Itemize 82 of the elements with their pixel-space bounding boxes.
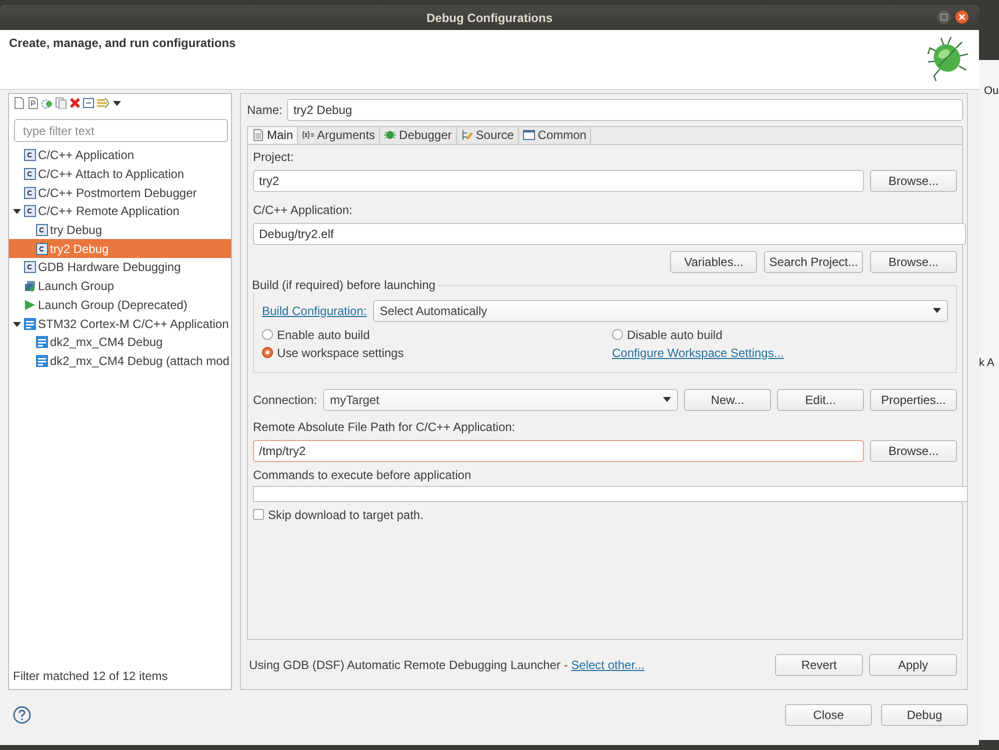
tree-item[interactable]: try Debug	[9, 220, 231, 240]
collapse-all-icon[interactable]	[83, 97, 95, 109]
commands-label: Commands to execute before application	[253, 468, 472, 482]
c-file-icon	[24, 186, 36, 199]
c-file-icon	[24, 261, 36, 274]
c-file-icon	[36, 242, 48, 255]
new-file-icon[interactable]	[13, 97, 25, 109]
filter-icon[interactable]	[97, 97, 109, 109]
tab[interactable]: Source	[456, 126, 519, 144]
name-label: Name:	[247, 103, 282, 118]
tree-item[interactable]: Launch Group (Deprecated)	[9, 296, 231, 314]
radio-option[interactable]: Enable auto build	[262, 328, 612, 342]
connection-dropdown[interactable]: myTarget	[323, 388, 678, 411]
application-label: C/C++ Application:	[253, 204, 354, 217]
tree-item[interactable]: C/C++ Postmortem Debugger	[9, 183, 231, 202]
apply-button[interactable]: Apply	[869, 654, 957, 676]
tree-item[interactable]: C/C++ Attach to Application	[9, 164, 231, 184]
background-text: k A	[979, 357, 994, 369]
new-prototype-icon[interactable]	[27, 97, 39, 109]
skip-download-checkbox[interactable]: Skip download to target path.	[253, 508, 957, 522]
window-icon	[522, 129, 535, 142]
tab[interactable]: Main	[248, 126, 298, 144]
filter-field[interactable]: type filter text	[14, 119, 228, 142]
tree-item[interactable]: dk2_mx_CM4 Debug (attach mod	[9, 352, 231, 370]
browse-button[interactable]: Browse...	[870, 440, 957, 462]
group-legend: Build (if required) before launching	[252, 278, 438, 292]
bug-icon	[384, 129, 396, 142]
configure-workspace-link[interactable]: Configure Workspace Settings...	[612, 346, 948, 360]
launcher-text: Using GDB (DSF) Automatic Remote Debugging Launcher - Select other...	[249, 658, 646, 672]
c-file-icon	[24, 168, 36, 180]
variable-icon	[302, 129, 314, 142]
c-file-icon	[24, 149, 36, 162]
tab[interactable]: Debugger	[380, 126, 457, 144]
c-file-icon	[24, 205, 36, 218]
tab[interactable]: Arguments	[298, 126, 380, 144]
tab[interactable]: Common	[518, 126, 592, 144]
close-button[interactable]: Close	[785, 704, 872, 726]
duplicate-icon[interactable]	[55, 97, 67, 109]
tree-item[interactable]: C/C++ Application	[9, 146, 231, 165]
name-field[interactable]: try2 Debug	[287, 99, 963, 122]
dialog-heading: Create, manage, and run configurations	[9, 36, 236, 52]
tree-item[interactable]: Launch Group	[9, 276, 231, 296]
tree-item[interactable]: C/C++ Remote Application	[9, 202, 231, 221]
variables-button[interactable]: Variables...	[670, 250, 758, 273]
background-text: Ou	[984, 85, 999, 97]
filter-status: Filter matched 12 of 12 items	[12, 669, 169, 685]
expanded-caret-icon	[12, 206, 22, 216]
debug-button[interactable]: Debug	[881, 704, 968, 726]
radio-option[interactable]: Disable auto build	[612, 328, 948, 342]
browse-button[interactable]: Browse...	[870, 250, 957, 273]
restore-button[interactable]	[937, 10, 951, 24]
window-title: Debug Configurations	[426, 10, 552, 24]
commands-field[interactable]	[253, 486, 968, 502]
play-icon	[24, 298, 36, 311]
search-project-button[interactable]: Search Project...	[764, 250, 863, 273]
connection-label: Connection:	[253, 392, 318, 407]
remote-path-label: Remote Absolute File Path for C/C++ Application:	[253, 420, 516, 434]
stacked-windows-icon	[24, 280, 36, 292]
build-configuration-link[interactable]: Build Configuration:	[262, 304, 367, 318]
dropdown-caret-icon	[933, 308, 941, 314]
radio-option[interactable]: Use workspace settings	[262, 346, 612, 360]
tree-item[interactable]: STM32 Cortex-M C/C++ Application	[9, 314, 231, 333]
build-configuration-dropdown[interactable]: Select Automatically	[372, 300, 948, 322]
new-button[interactable]: New...	[684, 388, 771, 411]
document-icon	[252, 129, 264, 142]
select-other-link[interactable]: Select other...	[571, 658, 645, 672]
dropdown-caret-icon	[663, 396, 671, 403]
tree-item[interactable]: dk2_mx_CM4 Debug	[9, 332, 231, 352]
source-icon	[460, 129, 473, 142]
revert-button[interactable]: Revert	[775, 654, 863, 676]
tree-item[interactable]: GDB Hardware Debugging	[9, 258, 231, 277]
properties-button[interactable]: Properties...	[870, 388, 957, 411]
project-field[interactable]: try2	[253, 170, 864, 192]
delete-icon[interactable]	[69, 97, 81, 109]
c-file-icon	[36, 224, 48, 236]
remote-path-field[interactable]: /tmp/try2	[253, 440, 864, 462]
edit-button[interactable]: Edit...	[777, 388, 864, 411]
browse-button[interactable]: Browse...	[870, 170, 957, 192]
close-button[interactable]	[955, 10, 969, 24]
help-icon[interactable]	[13, 706, 31, 724]
application-field[interactable]: Debug/try2.elf	[253, 222, 966, 245]
project-label: Project:	[253, 150, 295, 164]
